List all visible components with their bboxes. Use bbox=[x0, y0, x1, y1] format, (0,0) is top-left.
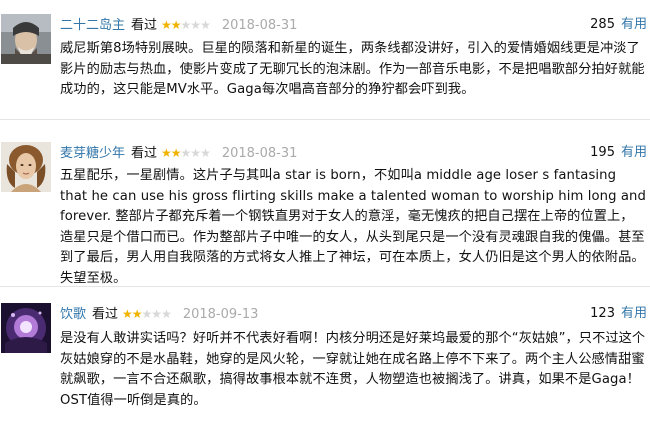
star-filled-icon: ★★ bbox=[161, 18, 181, 32]
user-avatar[interactable] bbox=[1, 14, 51, 64]
rating-stars: ★★★★★ bbox=[122, 303, 172, 325]
watch-status: 看过 bbox=[92, 307, 119, 322]
user-avatar[interactable] bbox=[1, 303, 51, 353]
star-empty-icon: ★★★ bbox=[180, 146, 211, 160]
review-meta: 饮歌 看过 ★★★★★ 2018-09-13 bbox=[60, 303, 258, 325]
star-empty-icon: ★★★ bbox=[141, 307, 172, 321]
warrior-avatar-icon bbox=[1, 14, 51, 64]
vote-count: 195 bbox=[590, 145, 615, 160]
username-link[interactable]: 麦芽糖少年 bbox=[60, 146, 125, 161]
rating-stars: ★★★★★ bbox=[161, 142, 211, 164]
star-empty-icon: ★★★ bbox=[180, 18, 211, 32]
username-link[interactable]: 二十二岛主 bbox=[60, 18, 125, 33]
review-date: 2018-08-31 bbox=[221, 146, 298, 161]
review-meta: 二十二岛主 看过 ★★★★★ 2018-08-31 bbox=[60, 14, 297, 36]
review-date: 2018-09-13 bbox=[182, 307, 259, 322]
watch-status: 看过 bbox=[131, 146, 158, 161]
review-text: 五星配乐，一星剧情。这片子与其叫a star is born，不如叫a midd… bbox=[60, 168, 646, 286]
username-link[interactable]: 饮歌 bbox=[60, 307, 86, 322]
review-date: 2018-08-31 bbox=[221, 18, 298, 33]
vote-area: 285 有用 bbox=[590, 14, 647, 36]
review-item: 麦芽糖少年 看过 ★★★★★ 2018-08-31 195 有用 五星配乐，一星剧情。这… bbox=[0, 120, 650, 286]
star-filled-icon: ★★ bbox=[122, 307, 142, 321]
useful-button[interactable]: 有用 bbox=[621, 145, 647, 160]
vote-area: 123 有用 bbox=[590, 303, 647, 325]
painting-avatar-icon bbox=[1, 142, 51, 192]
rating-stars: ★★★★★ bbox=[161, 14, 211, 36]
watch-status: 看过 bbox=[131, 18, 158, 33]
vote-area: 195 有用 bbox=[590, 142, 647, 164]
vote-count: 285 bbox=[590, 17, 615, 32]
star-filled-icon: ★★ bbox=[161, 146, 181, 160]
purple-glow-avatar-icon bbox=[1, 303, 51, 353]
useful-button[interactable]: 有用 bbox=[621, 17, 647, 32]
review-item: 饮歌 看过 ★★★★★ 2018-09-13 123 有用 是没有人敢讲实话吗？好听并不… bbox=[0, 287, 650, 426]
review-text: 是没有人敢讲实话吗？好听并不代表好看啊！内核分明还是好莱坞最爱的那个“灰姑娘”，… bbox=[60, 331, 646, 408]
useful-button[interactable]: 有用 bbox=[621, 306, 647, 321]
review-item: 二十二岛主 看过 ★★★★★ 2018-08-31 285 有用 威尼斯第8场特别展映。… bbox=[0, 0, 650, 112]
user-avatar[interactable] bbox=[1, 142, 51, 192]
review-text: 威尼斯第8场特别展映。巨星的陨落和新星的诞生，两条线都没讲好，引入的爱情婚姻线更… bbox=[60, 41, 645, 97]
review-meta: 麦芽糖少年 看过 ★★★★★ 2018-08-31 bbox=[60, 142, 297, 164]
vote-count: 123 bbox=[590, 306, 615, 321]
